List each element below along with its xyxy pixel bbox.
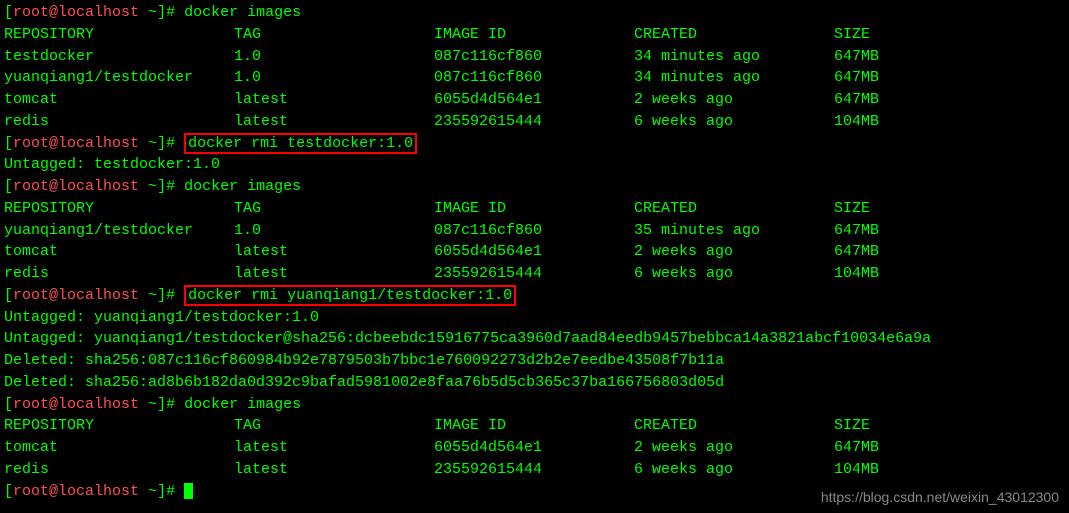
command-text[interactable]: docker rmi testdocker:1.0 bbox=[188, 135, 413, 152]
terminal-line: [root@localhost ~]# docker images bbox=[4, 394, 1065, 416]
watermark-text: https://blog.csdn.net/weixin_43012300 bbox=[821, 487, 1059, 507]
header-tag: TAG bbox=[234, 24, 434, 46]
output-line: Untagged: yuanqiang1/testdocker:1.0 bbox=[4, 307, 1065, 329]
header-created: CREATED bbox=[634, 24, 834, 46]
command-text[interactable]: docker images bbox=[184, 396, 301, 413]
terminal-line: [root@localhost ~]# docker rmi yuanqiang… bbox=[4, 285, 1065, 307]
table-row: testdocker1.0087c116cf86034 minutes ago6… bbox=[4, 46, 1065, 68]
prompt-user: root@localhost bbox=[13, 4, 139, 21]
table-row: redislatest2355926154446 weeks ago104MB bbox=[4, 111, 1065, 133]
table-header: REPOSITORYTAGIMAGE IDCREATEDSIZE bbox=[4, 415, 1065, 437]
header-repo: REPOSITORY bbox=[4, 24, 234, 46]
terminal-line: [root@localhost ~]# docker images bbox=[4, 176, 1065, 198]
output-line: Untagged: yuanqiang1/testdocker@sha256:d… bbox=[4, 328, 1065, 350]
prompt-close: ]# bbox=[157, 4, 175, 21]
terminal-line: [root@localhost ~]# docker images bbox=[4, 2, 1065, 24]
highlighted-command: docker rmi testdocker:1.0 bbox=[184, 133, 417, 154]
table-row: redislatest2355926154446 weeks ago104MB bbox=[4, 263, 1065, 285]
terminal-line: [root@localhost ~]# docker rmi testdocke… bbox=[4, 133, 1065, 155]
table-header: REPOSITORYTAGIMAGE IDCREATEDSIZE bbox=[4, 24, 1065, 46]
header-id: IMAGE ID bbox=[434, 24, 634, 46]
output-line: Deleted: sha256:087c116cf860984b92e78795… bbox=[4, 350, 1065, 372]
prompt-open: [ bbox=[4, 4, 13, 21]
command-text[interactable]: docker images bbox=[184, 4, 301, 21]
table-row: tomcatlatest6055d4d564e12 weeks ago647MB bbox=[4, 89, 1065, 111]
output-line: Deleted: sha256:ad8b6b182da0d392c9bafad5… bbox=[4, 372, 1065, 394]
table-row: redislatest2355926154446 weeks ago104MB bbox=[4, 459, 1065, 481]
command-text[interactable]: docker images bbox=[184, 178, 301, 195]
header-size: SIZE bbox=[834, 24, 870, 46]
command-text[interactable]: docker rmi yuanqiang1/testdocker:1.0 bbox=[188, 287, 512, 304]
table-header: REPOSITORYTAGIMAGE IDCREATEDSIZE bbox=[4, 198, 1065, 220]
table-row: tomcatlatest6055d4d564e12 weeks ago647MB bbox=[4, 241, 1065, 263]
cursor-icon bbox=[184, 483, 193, 499]
prompt-tilde: ~ bbox=[139, 4, 157, 21]
highlighted-command: docker rmi yuanqiang1/testdocker:1.0 bbox=[184, 285, 516, 306]
table-row: yuanqiang1/testdocker1.0087c116cf86034 m… bbox=[4, 67, 1065, 89]
table-row: yuanqiang1/testdocker1.0087c116cf86035 m… bbox=[4, 220, 1065, 242]
table-row: tomcatlatest6055d4d564e12 weeks ago647MB bbox=[4, 437, 1065, 459]
output-line: Untagged: testdocker:1.0 bbox=[4, 154, 1065, 176]
